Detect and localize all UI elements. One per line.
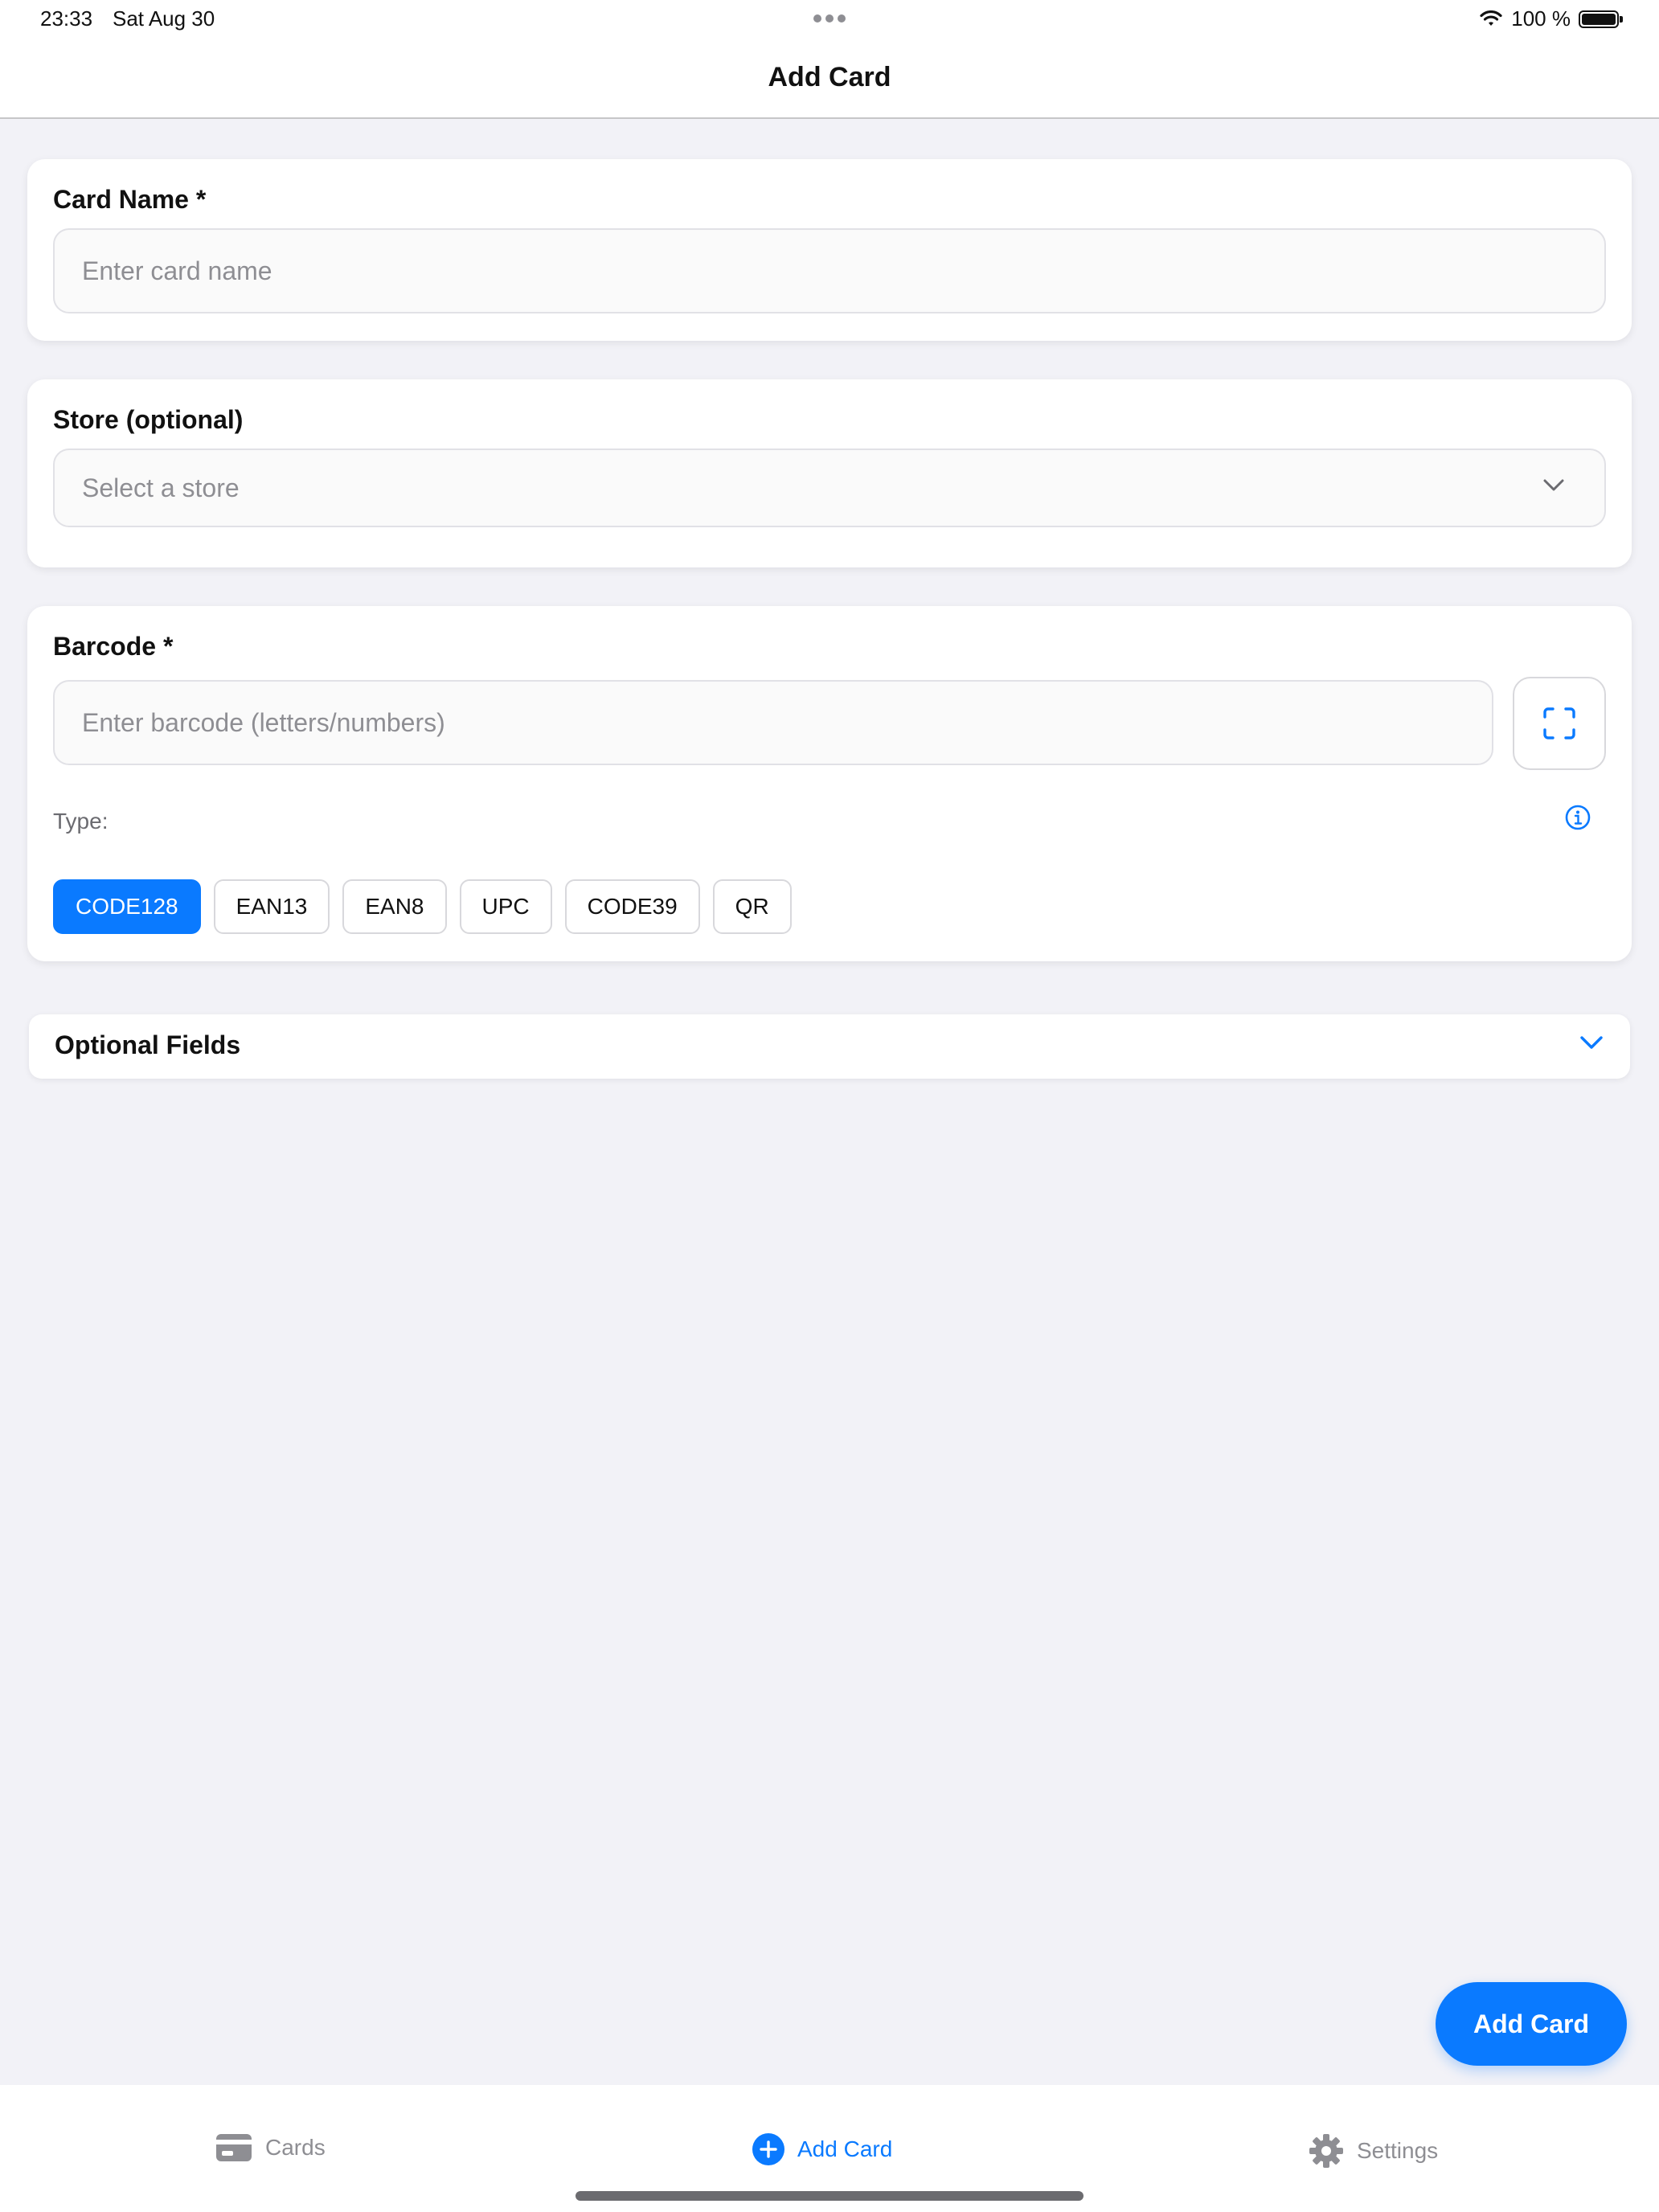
chip-qr[interactable]: QR — [712, 879, 792, 934]
battery-icon — [1579, 10, 1623, 28]
multitasking-dots-icon[interactable] — [813, 14, 846, 23]
barcode-input[interactable]: Enter barcode (letters/numbers) — [53, 680, 1493, 765]
wifi-icon — [1480, 10, 1502, 26]
scan-icon — [1543, 707, 1575, 739]
barcode-type-chips: CODE128 EAN13 EAN8 UPC CODE39 QR — [53, 879, 792, 934]
chip-ean13[interactable]: EAN13 — [213, 879, 330, 934]
barcode-label: Barcode * — [53, 632, 174, 661]
optional-fields-toggle[interactable]: Optional Fields — [29, 1014, 1630, 1079]
status-bar: 23:33 Sat Aug 30 100 % — [0, 0, 1659, 40]
scan-barcode-button[interactable] — [1513, 677, 1606, 770]
page-title: Add Card — [768, 61, 891, 92]
tab-cards-label: Cards — [265, 2135, 326, 2160]
card-name-input[interactable]: Enter card name — [53, 228, 1606, 313]
status-time: 23:33 — [40, 6, 93, 31]
card-name-label: Card Name * — [53, 185, 207, 214]
tab-settings-label: Settings — [1357, 2138, 1439, 2163]
status-indicators: 100 % — [1479, 6, 1623, 31]
tab-cards[interactable]: Cards — [215, 2133, 326, 2162]
chevron-down-icon — [1543, 479, 1564, 491]
tab-settings[interactable]: Settings — [1309, 2133, 1438, 2169]
credit-card-icon — [216, 2134, 252, 2161]
chevron-down-icon — [1580, 1036, 1603, 1049]
status-date: Sat Aug 30 — [113, 6, 215, 31]
navigation-bar: Add Card — [0, 40, 1659, 119]
tab-add-card-label: Add Card — [797, 2136, 893, 2161]
store-section: Store (optional) Select a store — [27, 379, 1632, 567]
card-name-section: Card Name * Enter card name — [27, 159, 1632, 341]
barcode-placeholder: Enter barcode (letters/numbers) — [82, 707, 445, 737]
battery-percent: 100 % — [1511, 6, 1571, 31]
gear-icon — [1309, 2134, 1343, 2168]
chip-code39[interactable]: CODE39 — [564, 879, 700, 934]
store-select[interactable]: Select a store — [53, 449, 1606, 527]
add-card-button-label: Add Card — [1473, 2009, 1589, 2038]
chip-ean8[interactable]: EAN8 — [342, 879, 447, 934]
chip-upc[interactable]: UPC — [459, 879, 552, 934]
chip-code128[interactable]: CODE128 — [53, 879, 201, 934]
plus-circle-icon — [752, 2133, 784, 2165]
store-label: Store (optional) — [53, 405, 244, 434]
barcode-type-label: Type: — [53, 809, 109, 834]
card-name-placeholder: Enter card name — [82, 256, 272, 285]
barcode-section: Barcode * Enter barcode (letters/numbers… — [27, 606, 1632, 961]
tab-add-card[interactable]: Add Card — [752, 2133, 892, 2165]
store-placeholder: Select a store — [82, 473, 240, 502]
info-icon[interactable] — [1564, 804, 1591, 831]
add-card-button[interactable]: Add Card — [1436, 1982, 1627, 2066]
optional-fields-title: Optional Fields — [55, 1030, 241, 1059]
home-indicator[interactable] — [576, 2191, 1083, 2201]
